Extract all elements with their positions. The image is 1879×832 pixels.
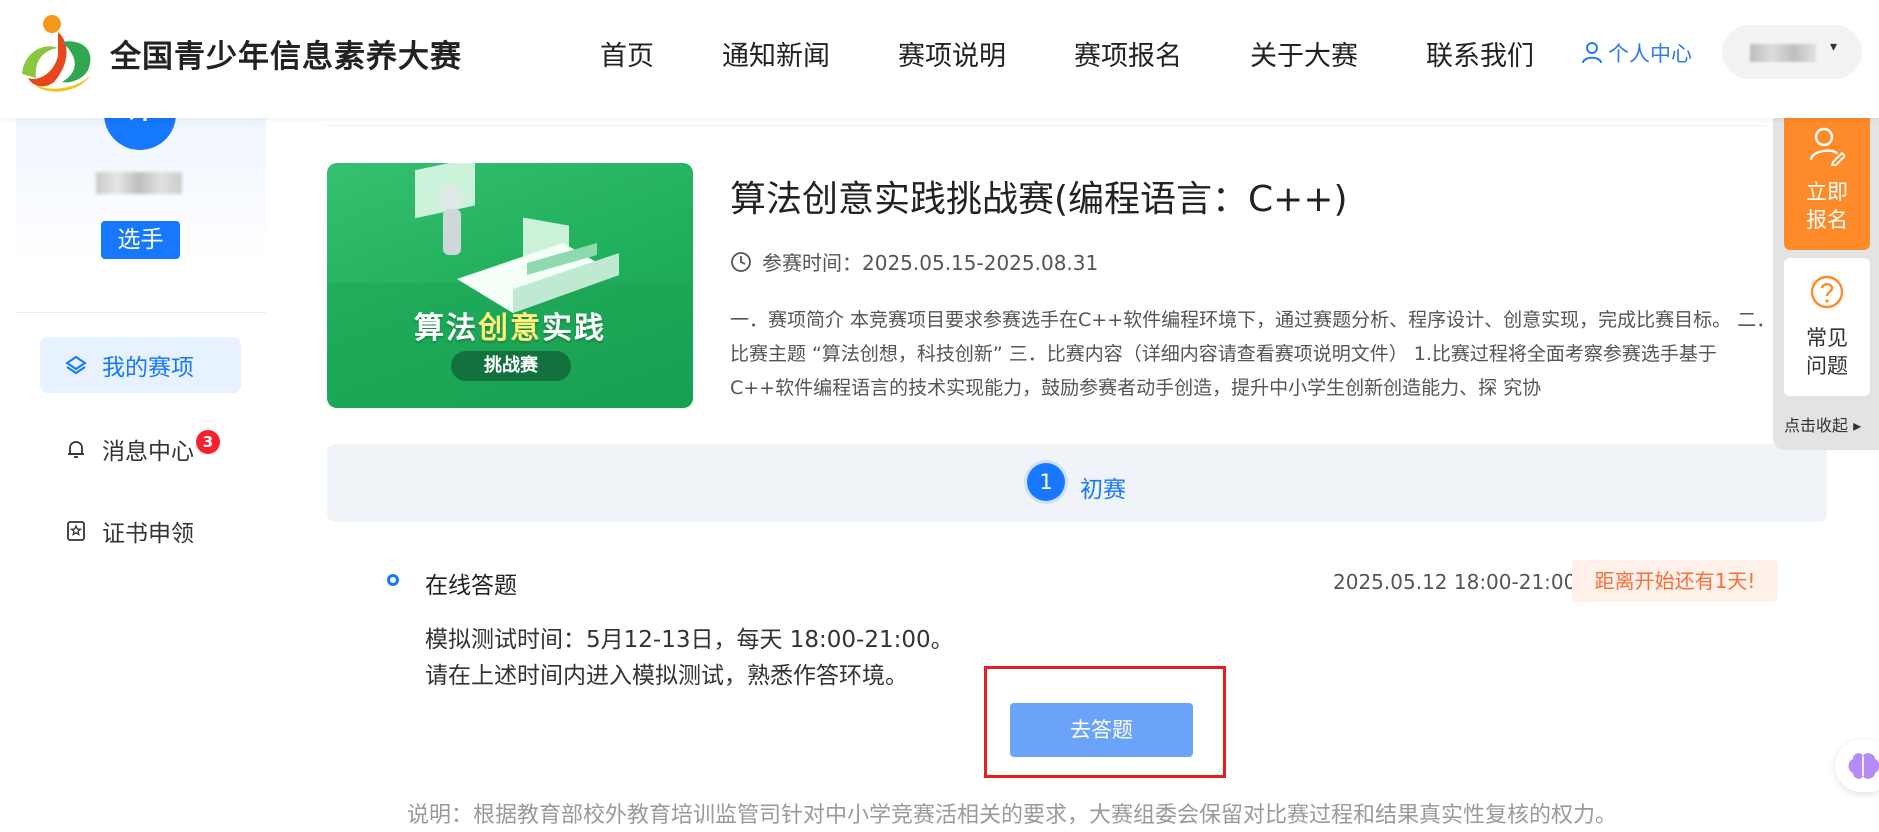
faq-button[interactable]: 常见 问题 <box>1784 258 1870 396</box>
layers-icon <box>65 355 87 375</box>
event-time: 参赛时间：2025.05.15-2025.08.31 <box>730 247 1098 276</box>
caret-right-icon: ▸ <box>1848 416 1862 435</box>
event-title: 算法创意实践挑战赛(编程语言：C++) <box>730 179 1348 220</box>
banner-title: 算法创意实践 <box>414 311 606 346</box>
unread-count-badge: 3 <box>196 430 220 454</box>
sidebar-divider <box>16 312 266 313</box>
certificate-icon <box>67 521 85 541</box>
faq-label: 常见 问题 <box>1806 326 1848 378</box>
main-nav: 首页 通知新闻 赛项说明 赛项报名 关于大赛 联系我们 <box>600 34 1602 73</box>
timeline-dot <box>387 574 399 586</box>
quick-signup-label: 立即 报名 <box>1806 180 1848 232</box>
nav-event-info[interactable]: 赛项说明 <box>898 34 1006 73</box>
stage-tabs <box>327 444 1827 522</box>
clock-icon <box>731 251 751 272</box>
task-time: 2025.05.12 18:00-21:00 <box>1333 570 1577 594</box>
role-badge: 选手 <box>101 221 180 259</box>
nav-news[interactable]: 通知新闻 <box>722 34 830 73</box>
assistant-chat-button[interactable] <box>1835 740 1879 792</box>
logo-icon[interactable] <box>14 12 98 92</box>
content-divider <box>326 125 1766 126</box>
tab-preliminary[interactable]: 初赛 <box>1080 470 1126 504</box>
event-time-text: 参赛时间：2025.05.15-2025.08.31 <box>762 251 1099 275</box>
user-icon <box>1582 42 1602 64</box>
user-center-label: 个人中心 <box>1608 42 1692 66</box>
event-banner-image: 算法创意实践 挑战赛 <box>327 163 693 408</box>
nav-about[interactable]: 关于大赛 <box>1250 34 1358 73</box>
profile-name-redacted <box>96 172 182 194</box>
user-edit-icon <box>1809 127 1845 166</box>
question-icon <box>1810 275 1844 309</box>
countdown-badge: 距离开始还有1天! <box>1572 560 1778 602</box>
nav-contact[interactable]: 联系我们 <box>1426 34 1534 73</box>
task-title: 在线答题 <box>425 573 517 599</box>
bell-icon <box>68 441 84 458</box>
banner-subtitle: 挑战赛 <box>451 351 571 381</box>
event-description: 一．赛项简介 本竞赛项目要求参赛选手在C++软件编程环境下，通过赛题分析、程序设… <box>730 309 1776 399</box>
site-brand[interactable]: 全国青少年信息素养大赛 <box>110 31 462 76</box>
nav-home[interactable]: 首页 <box>600 34 654 73</box>
site-header: 全国青少年信息素养大赛 首页 通知新闻 赛项说明 赛项报名 关于大赛 联系我们 … <box>0 0 1879 118</box>
caret-down-icon: ▾ <box>1830 39 1838 55</box>
collapse-toggle[interactable]: 点击收起 ▸ <box>1784 412 1861 436</box>
task-note: 模拟测试时间：5月12-13日，每天 18:00-21:00。 请在上述时间内进… <box>425 622 954 694</box>
sidebar-item-certificate[interactable]: 证书申领 <box>40 503 241 559</box>
user-menu[interactable]: ▾ <box>1722 25 1862 79</box>
sidebar-item-label: 我的赛项 <box>102 355 194 381</box>
nav-registration[interactable]: 赛项报名 <box>1074 34 1182 73</box>
task-note-line: 模拟测试时间：5月12-13日，每天 18:00-21:00。 <box>425 627 954 653</box>
start-answer-button[interactable]: 去答题 <box>1010 703 1193 757</box>
username-redacted <box>1750 44 1816 62</box>
footer-note: 说明：根据教育部校外教育培训监管司针对中小学竞赛活相关的要求，大赛组委会保留对比… <box>407 803 1618 828</box>
quick-signup-button[interactable]: 立即 报名 <box>1784 112 1870 250</box>
sidebar-item-label: 消息中心 <box>102 439 194 465</box>
brain-icon <box>1848 753 1879 779</box>
stage-step-number[interactable]: 1 <box>1027 463 1065 501</box>
sidebar-item-label: 证书申领 <box>102 521 194 547</box>
sidebar-item-my-events[interactable]: 我的赛项 <box>40 337 241 393</box>
user-center-link[interactable]: 个人中心 <box>1582 38 1692 68</box>
task-note-line: 请在上述时间内进入模拟测试，熟悉作答环境。 <box>425 663 908 689</box>
